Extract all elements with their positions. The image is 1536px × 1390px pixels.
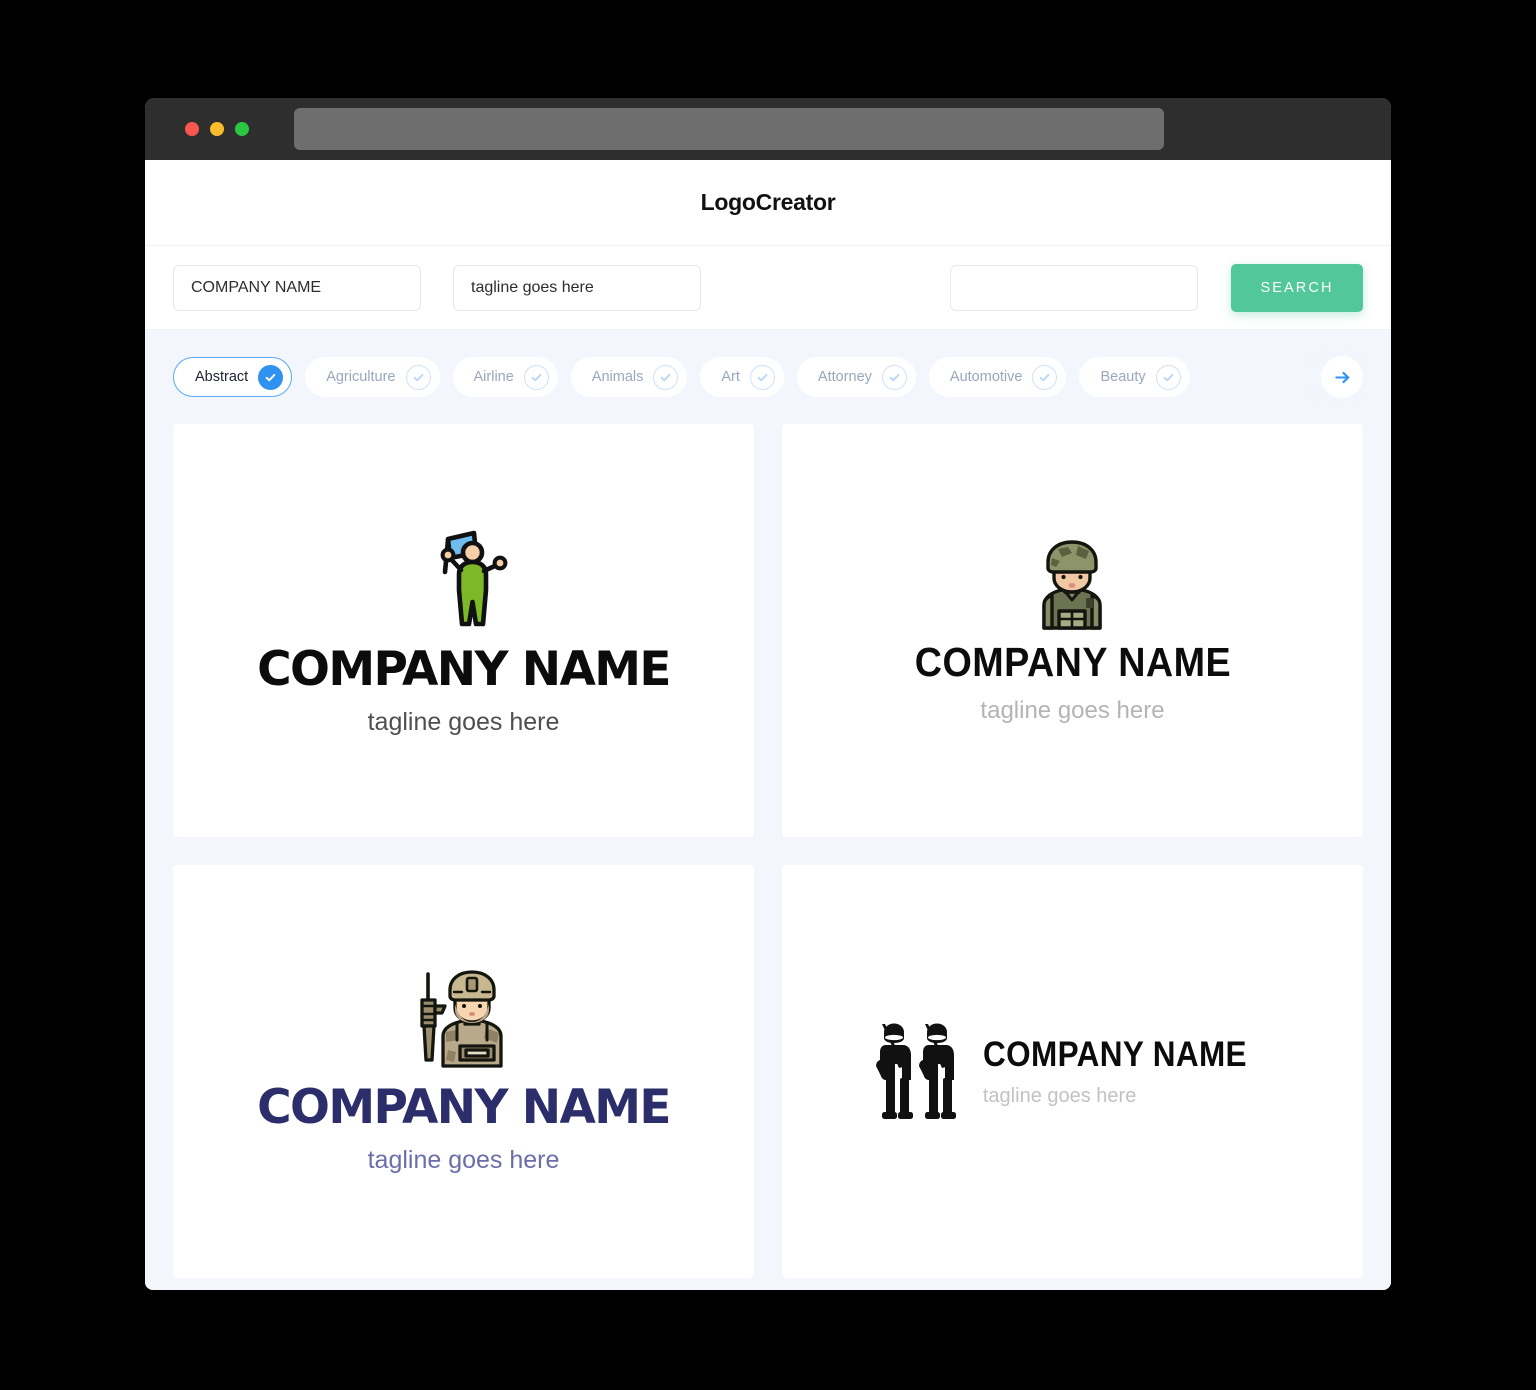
logo-tagline: tagline goes here: [367, 1146, 560, 1174]
check-circle-icon: [405, 364, 431, 390]
category-chip-attorney[interactable]: Attorney: [796, 357, 916, 397]
minimize-window-button[interactable]: [210, 122, 224, 136]
traffic-lights: [185, 122, 249, 136]
category-chip-automotive[interactable]: Automotive: [928, 357, 1067, 397]
two-soldiers-silhouette-icon: [875, 1023, 956, 1119]
arrow-right-icon: [1334, 371, 1349, 383]
app-body: Abstract Agriculture Airline Animals Art…: [145, 330, 1391, 1290]
person-waving-flag-icon: [440, 530, 507, 627]
logo-company-name: COMPANY NAME: [914, 639, 1231, 685]
check-circle-icon: [749, 364, 775, 390]
browser-titlebar: [145, 98, 1391, 160]
category-chip-art[interactable]: Art: [700, 357, 784, 397]
logo-company-name: COMPANY NAME: [257, 642, 671, 697]
logo-card[interactable]: COMPANY NAME tagline goes here: [173, 865, 754, 1278]
check-circle-icon: [1155, 364, 1181, 390]
category-chip-label: Beauty: [1100, 369, 1146, 385]
soldier-bust-icon: [1042, 540, 1103, 630]
category-chip-agriculture[interactable]: Agriculture: [305, 357, 440, 397]
category-chip-label: Airline: [473, 369, 514, 385]
check-circle-icon: [258, 364, 284, 390]
close-window-button[interactable]: [185, 122, 199, 136]
logo-company-name: COMPANY NAME: [982, 1035, 1247, 1074]
category-chip-airline[interactable]: Airline: [452, 357, 558, 397]
logo-card[interactable]: COMPANY NAME tagline goes here: [173, 424, 754, 837]
category-chip-label: Abstract: [195, 369, 249, 385]
category-chip-label: Animals: [591, 369, 644, 385]
logo-company-name: COMPANY NAME: [257, 1080, 671, 1135]
browser-window: LogoCreator SEARCH Abstract Agriculture: [145, 98, 1391, 1290]
category-chip-label: Agriculture: [326, 369, 396, 385]
logo-tagline: tagline goes here: [367, 708, 560, 736]
tagline-input[interactable]: [453, 264, 701, 311]
categories-next-button[interactable]: [1321, 356, 1363, 398]
category-chip-beauty[interactable]: Beauty: [1079, 357, 1190, 397]
soldier-with-rifle-icon: [419, 970, 503, 1068]
check-circle-icon: [653, 364, 679, 390]
company-name-input[interactable]: [173, 264, 421, 311]
check-circle-icon: [1032, 364, 1058, 390]
category-chip-label: Automotive: [949, 369, 1023, 385]
logo-results-grid: COMPANY NAME tagline goes here COMPANY N…: [173, 424, 1363, 1278]
logo-card[interactable]: COMPANY NAME tagline goes here: [782, 865, 1363, 1278]
check-circle-icon: [881, 364, 907, 390]
logo-tagline: tagline goes here: [980, 697, 1165, 724]
app-header: LogoCreator: [145, 160, 1391, 246]
category-chip-animals[interactable]: Animals: [570, 357, 688, 397]
logo-card[interactable]: COMPANY NAME tagline goes here: [782, 424, 1363, 837]
search-toolbar: SEARCH: [145, 246, 1391, 330]
logo-tagline: tagline goes here: [982, 1085, 1137, 1107]
category-chip-abstract[interactable]: Abstract: [173, 357, 293, 397]
category-filter-bar: Abstract Agriculture Airline Animals Art…: [173, 356, 1363, 398]
check-circle-icon: [523, 364, 549, 390]
search-button[interactable]: SEARCH: [1231, 263, 1363, 312]
category-chip-label: Attorney: [817, 369, 872, 385]
keyword-input[interactable]: [950, 264, 1198, 311]
category-chip-label: Art: [721, 369, 740, 385]
brand-title: LogoCreator: [700, 189, 836, 215]
maximize-window-button[interactable]: [235, 122, 249, 136]
address-bar[interactable]: [294, 108, 1164, 150]
